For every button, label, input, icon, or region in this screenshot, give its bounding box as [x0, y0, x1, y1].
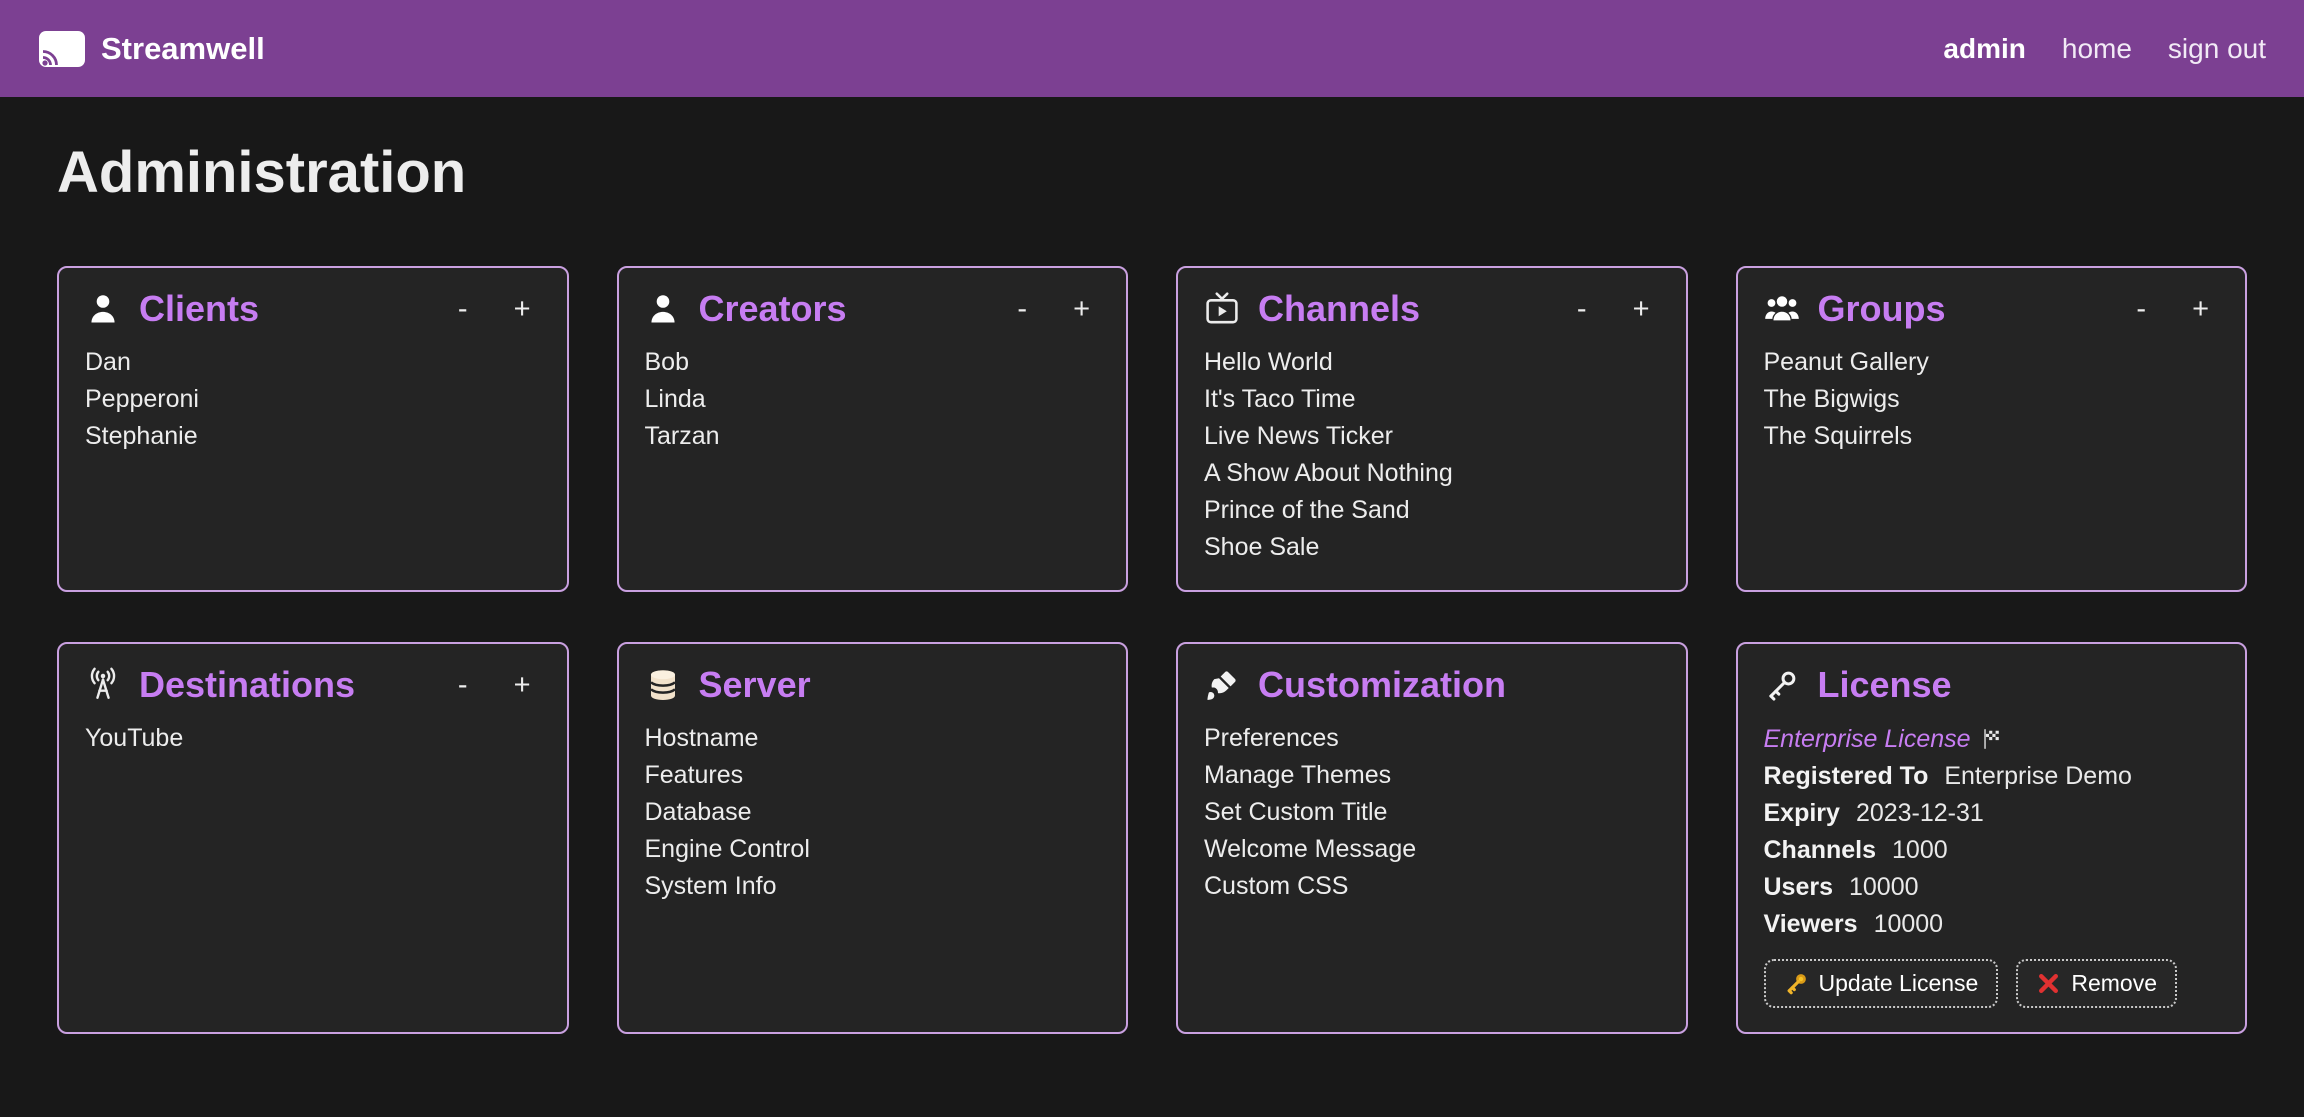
- list-item[interactable]: Hello World: [1204, 344, 1660, 381]
- card-server: Server HostnameFeaturesDatabaseEngine Co…: [617, 642, 1129, 1034]
- list-item[interactable]: Prince of the Sand: [1204, 492, 1660, 529]
- cast-screen-icon: [38, 29, 86, 69]
- remove-clients-button[interactable]: -: [448, 293, 478, 326]
- card-title: Channels: [1258, 288, 1420, 330]
- license-buttons: Update License Remove: [1764, 959, 2220, 1008]
- nav-admin[interactable]: admin: [1943, 33, 2025, 65]
- list-item[interactable]: Database: [645, 794, 1101, 831]
- list-item[interactable]: Hostname: [645, 720, 1101, 757]
- card-title: Clients: [139, 288, 259, 330]
- list-item[interactable]: Bob: [645, 344, 1101, 381]
- remove-groups-button[interactable]: -: [2126, 293, 2156, 326]
- nav-home[interactable]: home: [2062, 33, 2132, 65]
- brand-link[interactable]: Streamwell: [38, 29, 265, 69]
- paintbrush-icon: [1204, 667, 1240, 703]
- card-creators: Creators - + BobLindaTarzan: [617, 266, 1129, 592]
- destinations-controls: - +: [448, 669, 541, 702]
- page-title: Administration: [57, 139, 2247, 206]
- clients-list: DanPepperoniStephanie: [85, 344, 541, 455]
- top-nav: admin home sign out: [1943, 33, 2266, 65]
- add-clients-button[interactable]: +: [504, 293, 541, 326]
- license-registered-to: Registered ToEnterprise Demo: [1764, 758, 2220, 795]
- card-title: Groups: [1818, 288, 1946, 330]
- add-destinations-button[interactable]: +: [504, 669, 541, 702]
- customization-list: PreferencesManage ThemesSet Custom Title…: [1204, 720, 1660, 905]
- card-title: Server: [699, 664, 811, 706]
- clients-controls: - +: [448, 293, 541, 326]
- card-channels: Channels - + Hello WorldIt's Taco TimeLi…: [1176, 266, 1688, 592]
- list-item[interactable]: Preferences: [1204, 720, 1660, 757]
- person-icon: [85, 291, 121, 327]
- list-item[interactable]: Peanut Gallery: [1764, 344, 2220, 381]
- creators-controls: - +: [1007, 293, 1100, 326]
- list-item[interactable]: Engine Control: [645, 831, 1101, 868]
- list-item[interactable]: System Info: [645, 868, 1101, 905]
- add-channels-button[interactable]: +: [1623, 293, 1660, 326]
- server-list: HostnameFeaturesDatabaseEngine ControlSy…: [645, 720, 1101, 905]
- admin-page: Administration Clients - + DanPepperoniS…: [0, 139, 2304, 1034]
- list-item[interactable]: Tarzan: [645, 418, 1101, 455]
- list-item[interactable]: Custom CSS: [1204, 868, 1660, 905]
- groups-list: Peanut GalleryThe BigwigsThe Squirrels: [1764, 344, 2220, 455]
- list-item[interactable]: Linda: [645, 381, 1101, 418]
- destinations-list: YouTube: [85, 720, 541, 757]
- license-expiry: Expiry2023-12-31: [1764, 795, 2220, 832]
- checkered-flag-icon: [1981, 728, 2003, 750]
- card-license: License Enterprise License Regis: [1736, 642, 2248, 1034]
- card-grid: Clients - + DanPepperoniStephanie Creato…: [57, 266, 2247, 1034]
- list-item[interactable]: A Show About Nothing: [1204, 455, 1660, 492]
- people-group-icon: [1764, 291, 1800, 327]
- remove-destinations-button[interactable]: -: [448, 669, 478, 702]
- list-item[interactable]: Dan: [85, 344, 541, 381]
- card-customization: Customization PreferencesManage ThemesSe…: [1176, 642, 1688, 1034]
- card-groups: Groups - + Peanut GalleryThe BigwigsThe …: [1736, 266, 2248, 592]
- brand-label: Streamwell: [101, 31, 265, 67]
- database-icon: [645, 667, 681, 703]
- card-title: Customization: [1258, 664, 1506, 706]
- broadcast-tower-icon: [85, 667, 121, 703]
- key-icon: [1764, 667, 1800, 703]
- update-license-button[interactable]: Update License: [1764, 959, 1999, 1008]
- list-item[interactable]: It's Taco Time: [1204, 381, 1660, 418]
- remove-license-button[interactable]: Remove: [2016, 959, 2177, 1008]
- add-groups-button[interactable]: +: [2182, 293, 2219, 326]
- license-viewers: Viewers10000: [1764, 906, 2220, 943]
- card-destinations: Destinations - + YouTube: [57, 642, 569, 1034]
- top-bar: Streamwell admin home sign out: [0, 0, 2304, 97]
- remove-channels-button[interactable]: -: [1567, 293, 1597, 326]
- list-item[interactable]: Pepperoni: [85, 381, 541, 418]
- list-item[interactable]: YouTube: [85, 720, 541, 757]
- list-item[interactable]: Stephanie: [85, 418, 541, 455]
- license-channels: Channels1000: [1764, 832, 2220, 869]
- license-type: Enterprise License: [1764, 720, 2220, 758]
- groups-controls: - +: [2126, 293, 2219, 326]
- person-icon: [645, 291, 681, 327]
- channels-list: Hello WorldIt's Taco TimeLive News Ticke…: [1204, 344, 1660, 566]
- remove-creators-button[interactable]: -: [1007, 293, 1037, 326]
- list-item[interactable]: The Squirrels: [1764, 418, 2220, 455]
- list-item[interactable]: Shoe Sale: [1204, 529, 1660, 566]
- list-item[interactable]: Live News Ticker: [1204, 418, 1660, 455]
- card-title: License: [1818, 664, 1952, 706]
- channels-controls: - +: [1567, 293, 1660, 326]
- nav-sign-out[interactable]: sign out: [2168, 33, 2266, 65]
- red-x-icon: [2036, 971, 2061, 996]
- list-item[interactable]: Set Custom Title: [1204, 794, 1660, 831]
- tv-icon: [1204, 291, 1240, 327]
- card-title: Creators: [699, 288, 847, 330]
- list-item[interactable]: Welcome Message: [1204, 831, 1660, 868]
- list-item[interactable]: The Bigwigs: [1764, 381, 2220, 418]
- license-users: Users10000: [1764, 869, 2220, 906]
- gold-key-icon: [1784, 971, 1809, 996]
- card-clients: Clients - + DanPepperoniStephanie: [57, 266, 569, 592]
- list-item[interactable]: Features: [645, 757, 1101, 794]
- card-title: Destinations: [139, 664, 355, 706]
- creators-list: BobLindaTarzan: [645, 344, 1101, 455]
- list-item[interactable]: Manage Themes: [1204, 757, 1660, 794]
- add-creators-button[interactable]: +: [1063, 293, 1100, 326]
